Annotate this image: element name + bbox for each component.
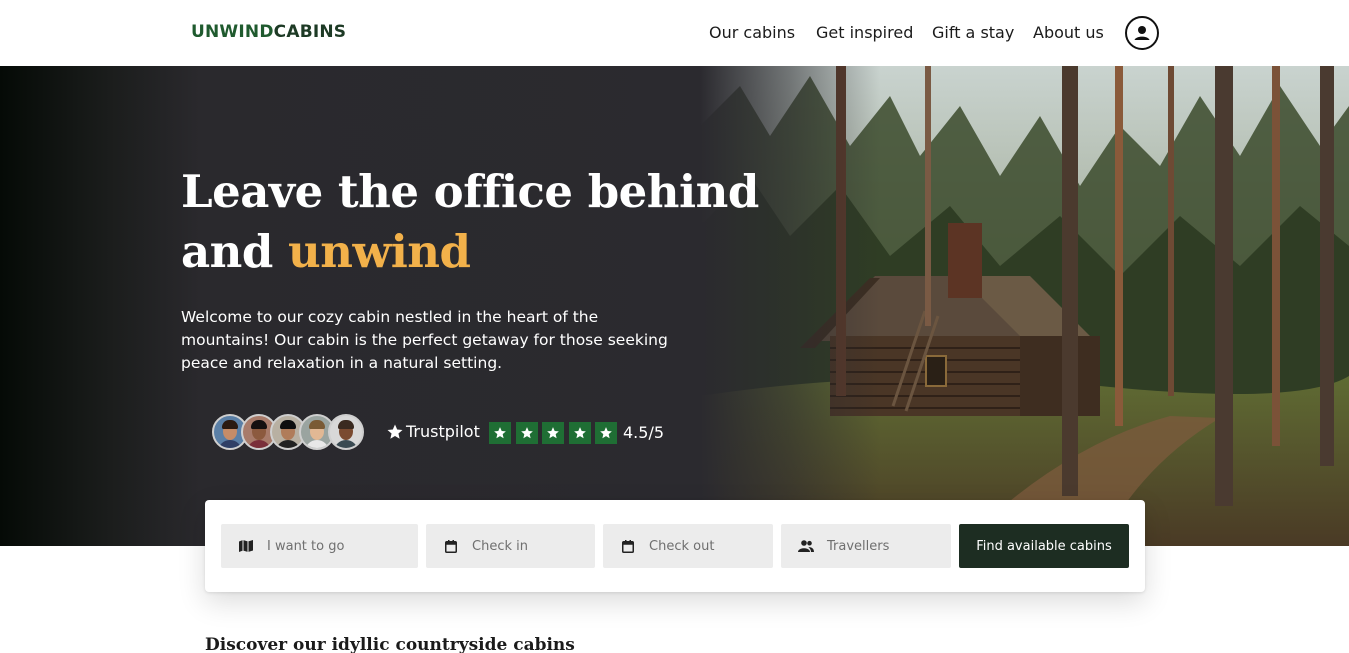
section-title: Discover our idyllic countryside cabins xyxy=(205,635,575,653)
hero-description: Welcome to our cozy cabin nestled in the… xyxy=(181,308,668,372)
destination-field[interactable]: I want to go xyxy=(221,524,418,568)
check-out-placeholder: Check out xyxy=(649,538,715,554)
trustpilot-label: Trustpilot xyxy=(406,422,480,441)
user-circle-icon xyxy=(1134,26,1150,40)
nav-about-us[interactable]: About us xyxy=(1033,23,1104,42)
star-icon xyxy=(542,422,564,444)
reviewer-avatars xyxy=(212,414,364,450)
nav-get-inspired[interactable]: Get inspired xyxy=(816,23,913,42)
logo[interactable]: UNWINDCABINS xyxy=(191,22,346,42)
hero-title-line1: Leave the office behind xyxy=(181,165,759,218)
check-out-field[interactable]: Check out xyxy=(603,524,773,568)
find-cabins-button[interactable]: Find available cabins xyxy=(959,524,1129,568)
site-header: UNWINDCABINS Our cabins Get inspired Gif… xyxy=(0,0,1349,66)
travellers-field[interactable]: Travellers xyxy=(781,524,951,568)
map-icon xyxy=(238,538,254,554)
trustpilot-badge[interactable]: Trustpilot xyxy=(386,422,480,441)
star-icon xyxy=(489,422,511,444)
check-in-field[interactable]: Check in xyxy=(426,524,595,568)
travellers-placeholder: Travellers xyxy=(827,538,890,554)
rating-value: 4.5/5 xyxy=(623,423,665,442)
search-card: I want to go Check in Check out Travelle… xyxy=(205,500,1145,592)
avatar xyxy=(328,414,364,450)
star-icon xyxy=(515,422,538,444)
hero-title-accent: unwind xyxy=(288,225,471,278)
nav-our-cabins[interactable]: Our cabins xyxy=(709,23,795,42)
star-icon xyxy=(595,422,617,444)
nav-gift-a-stay[interactable]: Gift a stay xyxy=(932,23,1014,42)
calendar-icon xyxy=(443,538,459,554)
star-icon xyxy=(387,424,403,439)
rating-stars xyxy=(489,422,622,444)
logo-part-cabins: CABINS xyxy=(273,22,347,42)
account-button[interactable] xyxy=(1125,16,1159,50)
hero-title: Leave the office behind and unwind xyxy=(181,162,759,282)
calendar-icon xyxy=(620,538,636,554)
hero-section: Leave the office behind and unwind Welco… xyxy=(0,66,1349,546)
logo-part-unwind: UNWIND xyxy=(191,22,274,42)
star-icon xyxy=(568,422,591,444)
destination-placeholder: I want to go xyxy=(267,538,345,554)
check-in-placeholder: Check in xyxy=(472,538,528,554)
hero-title-line2-prefix: and xyxy=(181,225,289,278)
people-icon xyxy=(798,538,814,554)
